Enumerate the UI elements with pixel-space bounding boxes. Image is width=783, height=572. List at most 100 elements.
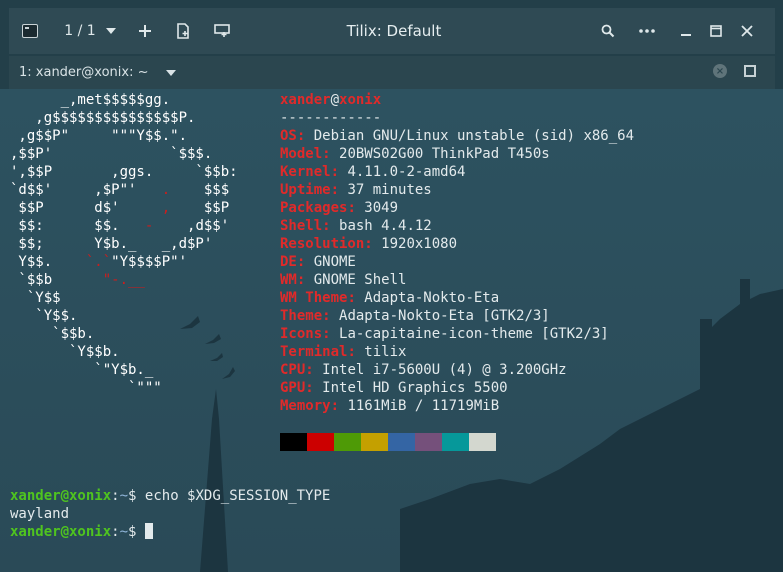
info-key: DE — [280, 254, 297, 270]
session-switcher[interactable]: 1 / 1 — [53, 8, 127, 54]
more-icon[interactable] — [636, 8, 658, 54]
info-key: Memory — [280, 398, 331, 414]
logo-line: _,met$$$$$gg. — [10, 92, 171, 108]
palette-swatch — [442, 433, 469, 451]
info-key: Kernel — [280, 164, 331, 180]
logo-line: `Y$$. — [10, 308, 78, 324]
info-value: 4.11.0-2-amd64 — [347, 164, 466, 180]
terminal-line: ,$$P' `$$$. Model: 20BWS02G00 ThinkPad T4… — [10, 146, 550, 162]
palette-swatch — [388, 433, 415, 451]
logo-line: ,$$P' `$$$. — [10, 146, 213, 162]
read-only-icon[interactable]: × — [713, 64, 727, 78]
terminal-view[interactable]: _,met$$$$$gg. xander@xonix ,g$$$$$$$$$$$$… — [0, 89, 783, 572]
info-value: La-capitaine-icon-theme [GTK2/3] — [339, 326, 609, 342]
info-value: Intel HD Graphics 5500 — [322, 380, 508, 396]
neofetch-at: @ — [330, 92, 340, 108]
info-value: Debian GNU/Linux unstable (sid) x86_64 — [313, 128, 635, 144]
info-key: Model — [280, 146, 323, 162]
header-bar: 1 / 1 Tilix: Default — [9, 8, 775, 54]
info-key: Terminal — [280, 344, 348, 360]
info-key: OS — [280, 128, 297, 144]
terminal-title[interactable]: 1: xander@xonix: ~ — [19, 56, 148, 89]
info-key: Uptime — [280, 182, 331, 198]
logo-line: `Y$$ — [10, 290, 61, 306]
maximize-icon[interactable] — [707, 8, 725, 54]
palette-swatch — [280, 433, 307, 451]
info-value: 3049 — [364, 200, 399, 216]
logo-line: `$$b "-.__ — [10, 272, 145, 288]
prompt-user: xander@xonix — [10, 488, 112, 504]
split-right-icon[interactable] — [172, 8, 194, 54]
logo-line: Y$$. `.`"Y$$$$P"' — [10, 254, 188, 270]
logo-line: $$P d$' , $$P — [10, 200, 230, 216]
terminal-line: ',$$P ,ggs. `$$b: Kernel: 4.11.0-2-amd64 — [10, 164, 466, 180]
neofetch-user: xander — [280, 92, 331, 108]
terminal-line: `""" GPU: Intel HD Graphics 5500 — [10, 380, 508, 396]
terminal-line: $$; Y$b._ _,d$P' Resolution: 1920x1080 — [10, 236, 458, 252]
split-down-icon[interactable] — [211, 8, 233, 54]
prompt-path: ~ — [119, 488, 129, 504]
close-icon[interactable] — [738, 8, 756, 54]
terminal-line: `d$$' ,$P"' . $$$ Uptime: 37 minutes — [10, 182, 432, 198]
terminal-line: $$P d$' , $$P Packages: 3049 — [10, 200, 399, 216]
text-cursor — [144, 523, 153, 539]
info-value: 1161MiB / 11719MiB — [347, 398, 500, 414]
logo-line: ,g$$$$$$$$$$$$$$$P. — [10, 110, 196, 126]
session-count: 1 / 1 — [64, 23, 96, 39]
neofetch-host: xonix — [339, 92, 382, 108]
command-text: echo $XDG_SESSION_TYPE — [144, 488, 331, 504]
terminal-output: _,met$$$$$gg. xander@xonix ,g$$$$$$$$$$$$… — [0, 91, 783, 415]
terminal-maximize-icon[interactable] — [744, 65, 756, 77]
palette-swatch — [469, 433, 496, 451]
chevron-down-icon[interactable] — [163, 56, 179, 89]
info-value: 20BWS02G00 ThinkPad T450s — [339, 146, 550, 162]
terminal-app-icon[interactable] — [21, 8, 39, 54]
terminal-line: $$: $$. - ,d$$' Shell: bash 4.4.12 — [10, 218, 432, 234]
prompt-path: ~ — [119, 524, 129, 540]
shell-session[interactable]: xander@xonix:~$ echo $XDG_SESSION_TYPE w… — [10, 487, 330, 541]
palette-swatch — [415, 433, 442, 451]
terminal-line: Y$$. `.`"Y$$$$P"' DE: GNOME — [10, 254, 356, 270]
window-title: Tilix: Default — [346, 22, 442, 40]
terminal-line: ,g$$$$$$$$$$$$$$$P. ------------ — [0, 109, 783, 127]
terminal-line: `"Y$b._ CPU: Intel i7-5600U (4) @ 3.200GH… — [10, 362, 567, 378]
neofetch-separator: ------------ — [280, 110, 382, 126]
logo-line: `d$$' ,$P"' . $$$ — [10, 182, 230, 198]
chevron-down-icon — [105, 28, 116, 34]
info-value: tilix — [364, 344, 407, 360]
info-key: WM Theme — [280, 290, 348, 306]
plus-icon[interactable] — [133, 8, 157, 54]
logo-line: `$$b. — [10, 326, 95, 342]
prompt-user: xander@xonix — [10, 524, 112, 540]
terminal-line: Memory: 1161MiB / 11719MiB — [280, 398, 500, 414]
info-key: Icons — [280, 326, 323, 342]
palette-swatch — [361, 433, 388, 451]
terminal-line: `$$b "-.__ WM: GNOME Shell — [10, 272, 407, 288]
info-value: 37 minutes — [347, 182, 432, 198]
command-output: wayland — [10, 506, 70, 522]
info-key: GPU — [280, 380, 306, 396]
info-value: GNOME Shell — [313, 272, 407, 288]
info-value: Intel i7-5600U (4) @ 3.200GHz — [322, 362, 567, 378]
terminal-line: `Y$$. Theme: Adapta-Nokto-Eta [GTK2/3] — [10, 308, 550, 324]
logo-line: $$; Y$b._ _,d$P' — [10, 236, 213, 252]
terminal-title-bar: 1: xander@xonix: ~ × — [9, 56, 775, 89]
terminal-line: `$$b. Icons: La-capitaine-icon-theme [GTK… — [10, 326, 609, 342]
logo-line: $$: $$. - ,d$$' — [10, 218, 230, 234]
info-value: bash 4.4.12 — [339, 218, 432, 234]
terminal-line: `Y$$ WM Theme: Adapta-Nokto-Eta — [10, 290, 500, 306]
prompt-symbol: $ — [128, 488, 137, 504]
terminal-line: _,met$$$$$gg. xander@xonix — [0, 91, 783, 109]
palette-swatch — [334, 433, 361, 451]
color-palette — [280, 433, 496, 451]
minimize-icon[interactable] — [677, 8, 695, 54]
palette-swatch — [307, 433, 334, 451]
logo-line: `""" — [10, 380, 162, 396]
prompt-line: xander@xonix:~$ echo $XDG_SESSION_TYPE — [10, 488, 330, 504]
tilix-window: 1 / 1 Tilix: Default 1: xander@xonix: ~ … — [0, 0, 783, 572]
prompt-separator: : — [111, 488, 120, 504]
info-key: CPU — [280, 362, 306, 378]
info-key: WM — [280, 272, 297, 288]
search-icon[interactable] — [597, 8, 619, 54]
info-key: Theme — [280, 308, 323, 324]
